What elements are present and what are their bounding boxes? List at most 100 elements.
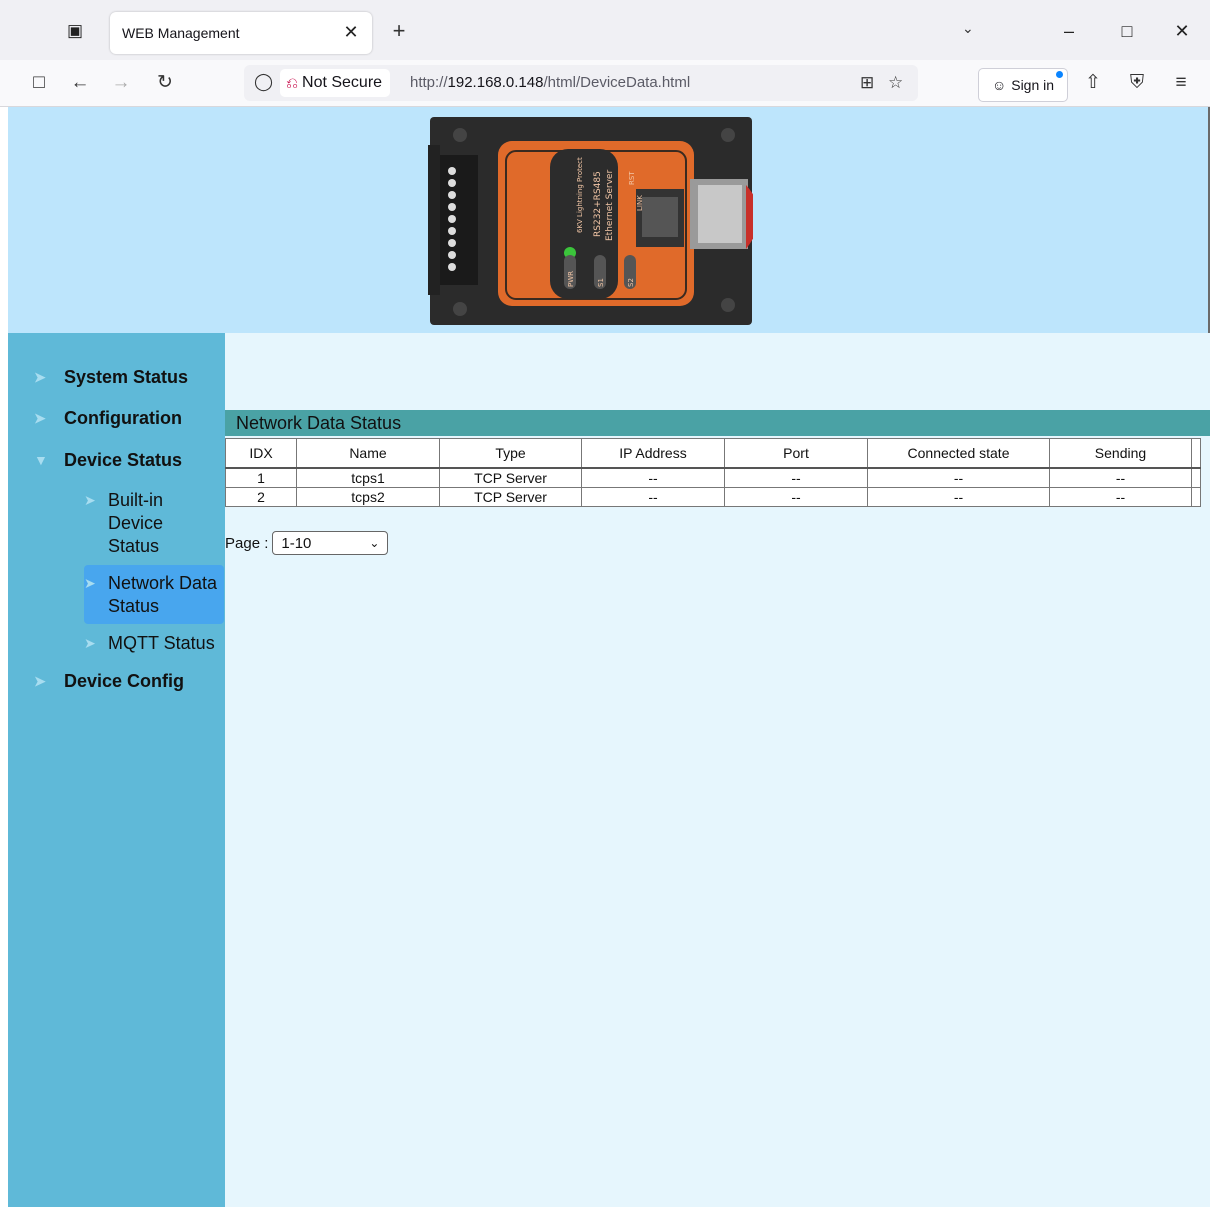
close-tab-icon[interactable]: ✕ [340,21,362,43]
browser-navbar: □ ← → ↻ ◯ ⎌ Not Secure http://192.168.0.… [0,60,1210,107]
sidebar-item-system-status[interactable]: ➤ System Status [34,367,188,388]
sidebar-item-label: Device Status [64,450,183,470]
cell-sending: -- [1049,487,1192,507]
install-icon[interactable]: ⊞ [860,73,874,93]
column-header: IDX [225,438,297,469]
cell-extra [1191,467,1201,488]
sign-in-button[interactable]: ☺ Sign in [978,68,1068,102]
account-icon: ☺ [991,77,1007,93]
cell-name: tcps2 [296,487,440,507]
arrow-right-icon: ➤ [84,575,96,591]
page-select-value: 1-10 [281,534,312,552]
sidebar-item-configuration[interactable]: ➤ Configuration [34,408,182,429]
column-header: Connected state [867,438,1050,469]
sidebar-subitem-built-in-device-status[interactable]: ➤ Built-in Device Status [84,489,163,558]
device-label-model: RS232+RS485 [593,171,603,237]
column-header: Name [296,438,440,469]
sidebar-toggle-icon[interactable]: □ [26,70,52,96]
label-line: Status [108,536,160,556]
address-bar[interactable]: ◯ ⎌ Not Secure http://192.168.0.148/html… [244,65,918,101]
list-tabs-icon[interactable]: ⌄ [962,20,974,37]
url-path: /html/DeviceData.html [543,74,691,91]
tab-title: WEB Management [122,25,240,41]
cell-port: -- [724,487,868,507]
table-row: 1 tcps1 TCP Server -- -- -- -- [225,467,1201,488]
device-label-rst: RST [628,171,636,185]
column-header-extra [1191,438,1201,469]
device-label-pwr: PWR [567,271,575,287]
cell-name: tcps1 [296,467,440,488]
sign-in-label: Sign in [1011,77,1055,93]
label-line: Device [108,513,164,533]
label-line: Built-in [108,490,164,510]
cell-sending: -- [1049,467,1192,488]
close-window-icon[interactable]: ✕ [1167,16,1197,46]
sidebar-item-label: Configuration [64,408,182,428]
device-label-s1: S1 [597,278,605,287]
security-label: Not Secure [302,74,383,91]
cell-extra [1191,487,1201,507]
insecure-lock-icon: ⎌ [286,74,299,92]
arrow-right-icon: ➤ [34,410,46,426]
arrow-right-icon: ➤ [34,673,46,689]
sidebar-subitem-network-data-status[interactable]: ➤ Network Data Status [84,565,224,624]
cell-ip-address: -- [581,487,725,507]
sidebar: ➤ System Status ➤ Configuration ▼ Device… [8,333,225,1207]
extension-shield-icon[interactable]: ⛨ [1124,70,1150,96]
url-text[interactable]: http://192.168.0.148/html/DeviceData.htm… [410,74,690,91]
reload-icon[interactable]: ↻ [152,70,178,96]
sidebar-item-device-status[interactable]: ▼ Device Status [34,450,182,471]
section-title: Network Data Status [225,410,1210,436]
cell-type: TCP Server [439,467,582,488]
table-header-row: IDX Name Type IP Address Port Connected … [225,438,1201,469]
maximize-icon[interactable]: □ [1112,16,1142,46]
sidebar-item-label: System Status [64,367,189,387]
pager: Page : 1-10 ⌄ [225,531,389,555]
tab-overview-icon[interactable]: ▣ [62,18,88,44]
label-line: Status [108,596,160,616]
column-header: Sending [1049,438,1192,469]
url-host: 192.168.0.148 [447,74,544,91]
minimize-icon[interactable]: – [1054,16,1084,46]
cell-connected-state: -- [867,467,1050,488]
pager-label: Page : [225,534,269,552]
cell-idx: 2 [225,487,297,507]
browser-tab-strip: ▣ WEB Management ✕ + ⌄ – □ ✕ [0,0,1210,60]
column-header: Port [724,438,868,469]
cell-port: -- [724,467,868,488]
network-data-table: IDX Name Type IP Address Port Connected … [225,438,1201,507]
sidebar-item-device-config[interactable]: ➤ Device Config [34,671,184,692]
header-banner: 6KV Lightning Protect RS232+RS485 Ethern… [8,107,1208,333]
page-select[interactable]: 1-10 ⌄ [272,531,389,555]
page: 6KV Lightning Protect RS232+RS485 Ethern… [8,107,1210,1207]
device-label-s2: S2 [627,278,635,287]
device-image: 6KV Lightning Protect RS232+RS485 Ethern… [428,117,753,325]
sidebar-subitem-mqtt-status[interactable]: ➤ MQTT Status [84,632,215,655]
device-label-name: Ethernet Server [605,170,615,241]
new-tab-icon[interactable]: + [386,18,412,44]
forward-icon[interactable]: → [108,70,134,96]
arrow-right-icon: ➤ [84,635,96,651]
main-content: Network Data Status IDX Name Type IP Add… [225,333,1210,1207]
chevron-down-icon: ⌄ [369,536,380,550]
site-info-button[interactable]: ⎌ Not Secure [280,69,391,97]
tracking-shield-icon[interactable]: ◯ [254,72,273,92]
cell-idx: 1 [225,467,297,488]
label-line: Network Data [108,573,218,593]
share-icon[interactable]: ⇧ [1080,70,1106,96]
notification-dot [1056,71,1063,78]
table-row: 2 tcps2 TCP Server -- -- -- -- [225,487,1201,507]
device-label-lightning: 6KV Lightning Protect [576,157,584,233]
bookmark-star-icon[interactable]: ☆ [888,73,903,93]
back-icon[interactable]: ← [67,70,93,96]
arrow-right-icon: ➤ [84,492,96,508]
column-header: Type [439,438,582,469]
cell-connected-state: -- [867,487,1050,507]
cell-ip-address: -- [581,467,725,488]
url-scheme: http:// [410,74,448,91]
sidebar-subitem-label: Network Data Status [108,572,217,618]
browser-tab[interactable]: WEB Management ✕ [110,12,372,54]
menu-icon[interactable]: ≡ [1168,70,1194,96]
sidebar-item-label: Device Config [64,671,185,691]
column-header: IP Address [581,438,725,469]
